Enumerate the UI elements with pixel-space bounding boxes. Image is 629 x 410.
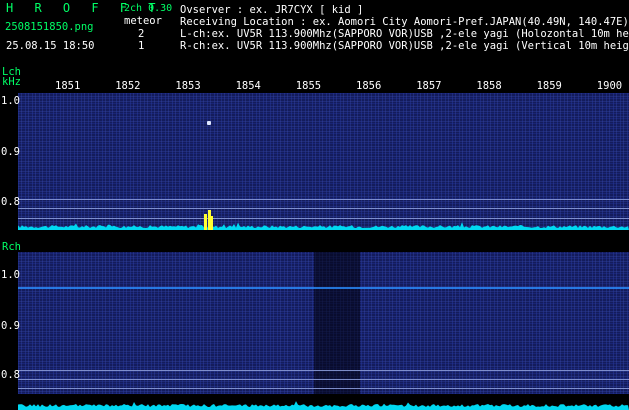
time-tick-label: 1852	[115, 80, 141, 92]
rch-spectrum	[18, 401, 629, 410]
meteor-echo-spot	[207, 121, 211, 125]
rch-gridline	[18, 379, 629, 380]
khz-label: kHz	[2, 76, 21, 88]
lch-y-tick: 0.8	[1, 196, 20, 208]
time-tick-label: 1855	[295, 80, 322, 92]
datetime: 25.08.15 18:50	[6, 40, 95, 52]
rch-carrier-line	[18, 287, 629, 289]
meteor-echo-peak	[211, 216, 213, 230]
meteor-label: meteor	[124, 15, 162, 27]
lch-y-tick: 1.0	[1, 95, 20, 107]
meteor-count-lch: 2	[138, 28, 145, 40]
rch-gridline	[18, 370, 629, 371]
lch-y-tick: 0.9	[1, 146, 20, 158]
observer-info: Ovserver : ex. JR7CYX [ kid ]	[180, 4, 364, 16]
time-tick-label: 1857	[416, 80, 442, 92]
lch-spectrum	[18, 210, 629, 230]
rch-waterfall	[18, 252, 629, 394]
lch-gridline	[18, 199, 629, 200]
meteor-count-rch: 1	[138, 40, 145, 52]
rch-y-tick: 1.0	[1, 269, 20, 281]
rch-receiver-info: R-ch:ex. UV5R 113.900Mhz(SAPPORO VOR)USB…	[180, 40, 629, 52]
rch-y-tick: 0.8	[1, 369, 20, 381]
time-tick-label: 1900	[596, 80, 623, 92]
time-tick-label: 1859	[536, 80, 562, 92]
location-info: Receiving Location : ex. Aomori City Aom…	[180, 16, 629, 28]
rch-y-tick: 0.9	[1, 320, 20, 332]
meteor-echo-peak	[208, 210, 211, 230]
time-tick-label: 1851	[55, 80, 81, 92]
channel-info: 2ch 0.30	[124, 3, 173, 14]
time-tick-label: 1858	[476, 80, 502, 92]
file-name: 2508151850.png	[5, 21, 94, 33]
time-tick-label: 1854	[235, 80, 261, 92]
lch-receiver-info: L-ch:ex. UV5R 113.900Mhz(SAPPORO VOR)USB…	[180, 28, 629, 40]
time-tick-label: 1856	[356, 80, 382, 92]
time-tick-label: 1853	[175, 80, 201, 92]
rch-dropout-band	[314, 252, 360, 394]
meteor-echo-peak	[204, 214, 207, 230]
